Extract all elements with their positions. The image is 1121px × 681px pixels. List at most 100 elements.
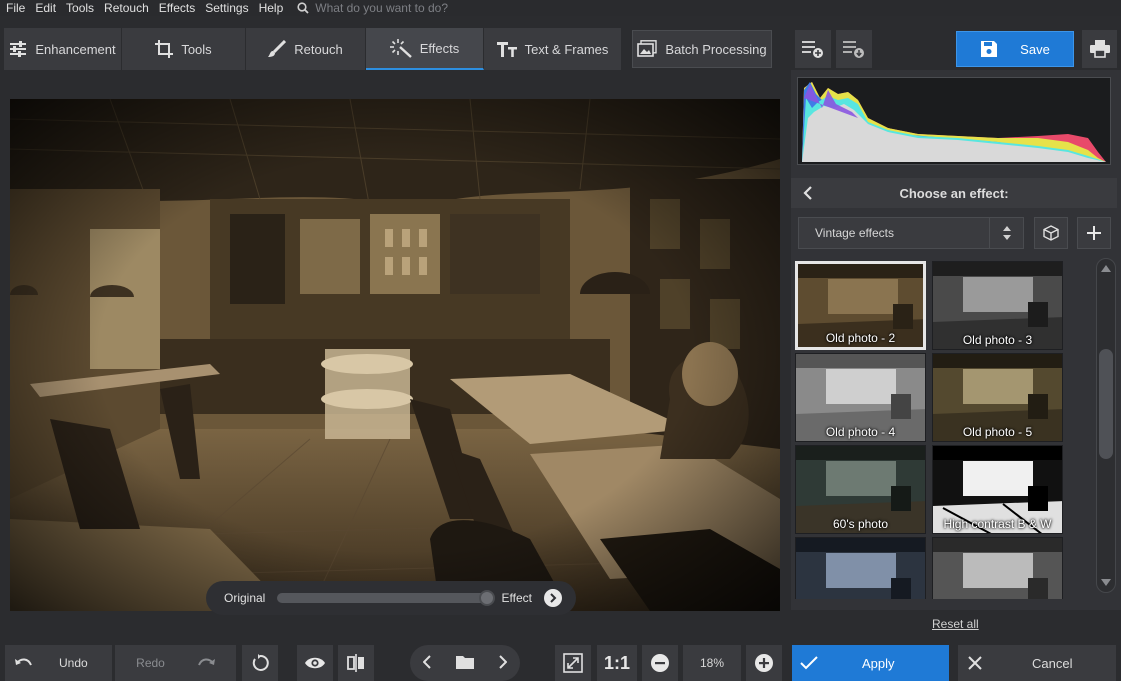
redo-button[interactable]: Redo [115,645,236,681]
cube-icon [1043,225,1059,241]
list-download-icon [843,41,864,58]
split-view-icon [347,654,364,672]
effect-thumb-60s-photo[interactable]: 60's photo [795,445,926,534]
plus-icon [1087,226,1101,240]
zoom-out-icon [651,654,669,672]
search-icon [297,2,309,14]
file-navigation [410,645,520,681]
previous-file-button[interactable] [422,654,431,672]
tab-text-frames-label: Text & Frames [524,41,609,57]
text-icon [496,42,517,57]
back-button[interactable] [791,186,825,200]
add-to-list-button[interactable] [795,30,831,68]
undo-label: Undo [59,656,88,670]
effect-thumb-7[interactable] [795,537,926,599]
zoom-out-button[interactable] [642,645,678,681]
tab-text-frames[interactable]: Text & Frames [484,28,622,70]
compare-track[interactable] [277,590,495,606]
save-button[interactable]: Save [956,31,1074,67]
tab-retouch-label: Retouch [294,41,343,57]
chevron-left-icon [422,654,431,669]
tab-effects[interactable]: Effects [366,28,484,70]
fit-to-screen-button[interactable] [555,645,591,681]
menu-settings[interactable]: Settings [205,1,248,15]
compare-thumb[interactable] [478,590,495,606]
batch-processing-button[interactable]: Batch Processing [632,30,772,68]
thumbnails-scrollbar[interactable] [1096,258,1116,593]
before-after-slider: Original Effect [206,581,576,615]
magic-wand-icon [389,39,412,58]
scroll-down-icon [1101,579,1111,586]
effect-thumb-old-photo-3[interactable]: Old photo - 3 [932,261,1063,350]
menu-help[interactable]: Help [259,1,284,15]
photo-canvas[interactable] [10,99,780,611]
effects-header-title: Choose an effect: [899,185,1009,201]
tab-tools[interactable]: Tools [122,28,246,70]
menu-edit[interactable]: Edit [35,1,56,15]
scrollbar-thumb[interactable] [1099,349,1113,459]
apply-label: Apply [862,655,895,671]
tab-tools-label: Tools [181,41,212,57]
list-add-icon [802,41,823,58]
effect-label: Effect [501,591,532,605]
thumb-preview [933,538,1062,599]
brush-icon [268,40,287,57]
sliders-icon [10,41,27,57]
checkmark-icon [800,656,818,670]
effect-thumb-label: 60's photo [832,517,888,531]
effect-thumb-old-photo-5[interactable]: Old photo - 5 [932,353,1063,442]
effect-thumb-old-photo-4[interactable]: Old photo - 4 [795,353,926,442]
effect-thumb-label: Old photo - 2 [825,331,896,345]
menu-retouch[interactable]: Retouch [104,1,149,15]
menu-effects[interactable]: Effects [159,1,195,15]
save-label: Save [1020,41,1050,57]
apply-button[interactable]: Apply [792,645,949,681]
tab-retouch[interactable]: Retouch [246,28,366,70]
cancel-button[interactable]: Cancel [958,645,1116,681]
zoom-in-button[interactable] [746,645,782,681]
rotate-button[interactable] [242,645,278,681]
undo-button[interactable]: Undo [5,645,112,681]
close-icon [968,656,982,670]
effect-thumb-label: Old photo - 5 [962,425,1033,439]
reset-all-link[interactable]: Reset all [932,617,979,631]
crop-icon [155,40,174,58]
preview-toggle-button[interactable] [297,645,333,681]
command-search[interactable]: What do you want to do? [297,1,448,15]
chevron-right-icon [499,654,508,669]
menu-bar: File Edit Tools Retouch Effects Settings… [0,0,1121,16]
main-tabs: Enhancement Tools Retouch Effects Text &… [4,28,622,70]
random-effect-button[interactable] [1034,217,1068,249]
zoom-in-icon [755,654,773,672]
open-folder-button[interactable] [455,655,474,672]
thumb-preview [796,538,925,599]
compare-view-button[interactable] [338,645,374,681]
floppy-disk-icon [981,41,998,57]
image-stack-icon [637,40,658,57]
histogram [797,77,1111,165]
next-file-button[interactable] [499,654,508,672]
effect-thumb-high-contrast-bw[interactable]: High contrast B & W [932,445,1063,534]
effect-thumbnails: Old photo - 2 Old photo - 3 Old photo - … [795,259,1085,599]
printer-icon [1089,40,1110,58]
actual-size-button[interactable]: 1:1 [597,645,637,681]
effect-thumb-label: High contrast B & W [943,517,1052,531]
expand-icon [563,653,583,673]
effects-header: Choose an effect: [791,178,1117,208]
effect-thumb-8[interactable] [932,537,1063,599]
effect-category-select[interactable]: Vintage effects [798,217,1024,249]
effect-category-value: Vintage effects [815,226,894,240]
undo-icon [15,658,32,666]
download-preset-button[interactable] [836,30,872,68]
redo-label: Redo [136,656,165,670]
menu-file[interactable]: File [6,1,25,15]
folder-icon [455,655,474,669]
effect-thumb-old-photo-2[interactable]: Old photo - 2 [795,261,926,350]
tab-enhancement[interactable]: Enhancement [4,28,122,70]
menu-tools[interactable]: Tools [66,1,94,15]
chevron-right-icon[interactable] [544,589,562,607]
add-effect-button[interactable] [1077,217,1111,249]
print-button[interactable] [1082,30,1117,68]
photo-content [10,99,780,611]
zoom-value[interactable]: 18% [683,645,741,681]
